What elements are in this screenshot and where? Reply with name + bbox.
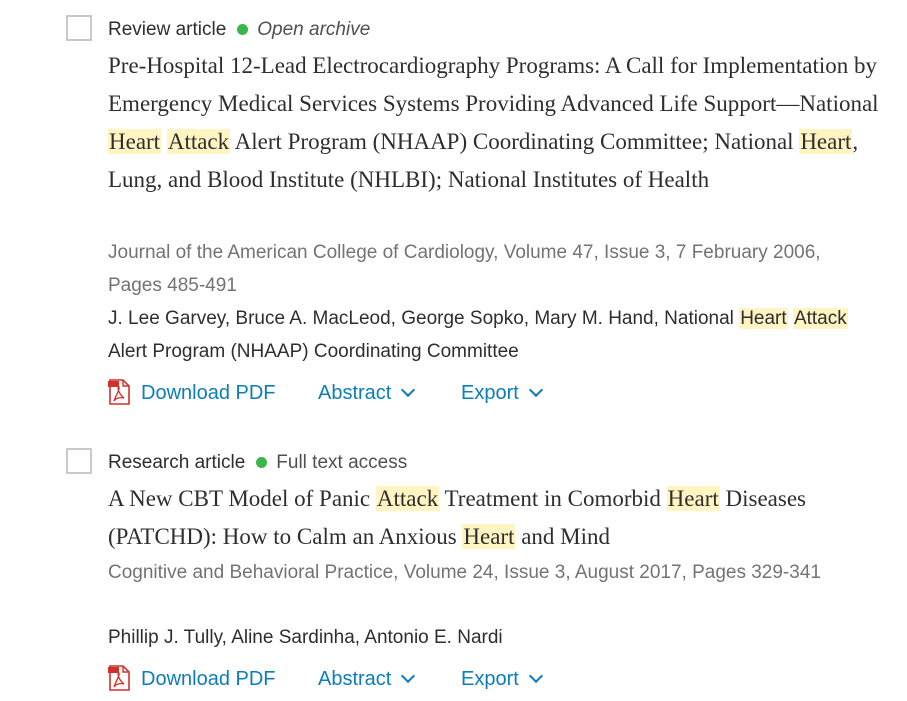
- search-term-highlight: Attack: [375, 486, 440, 511]
- article-source: Journal of the American College of Cardi…: [108, 242, 821, 296]
- article-title[interactable]: A New CBT Model of Panic Attack Treatmen…: [108, 480, 898, 556]
- search-term-highlight: Heart: [462, 524, 516, 549]
- article-type: Research article: [108, 452, 246, 473]
- article-source: Cognitive and Behavioral Practice, Volum…: [108, 562, 821, 583]
- pdf-icon: [108, 379, 130, 405]
- access-label: Full text access: [276, 452, 408, 473]
- access-dot-icon: [256, 456, 268, 468]
- export-menu[interactable]: Export: [461, 378, 543, 408]
- article-title[interactable]: Pre-Hospital 12-Lead Electrocardiography…: [108, 47, 898, 199]
- search-term-highlight: Heart: [666, 486, 720, 511]
- search-term-highlight: Attack: [166, 129, 231, 154]
- abstract-label: Abstract: [318, 382, 392, 404]
- chevron-down-icon: [528, 382, 543, 398]
- article-meta: Review article Open archive: [108, 18, 370, 42]
- search-term-highlight: Heart: [739, 308, 788, 329]
- pdf-icon: [108, 665, 130, 691]
- abstract-toggle[interactable]: Abstract: [318, 378, 416, 408]
- chevron-down-icon: [528, 668, 543, 684]
- article-authors: J. Lee Garvey, Bruce A. MacLeod, George …: [108, 308, 848, 362]
- download-pdf-label: Download PDF: [141, 382, 276, 404]
- article-actions: Download PDF Abstract Export: [108, 378, 628, 408]
- search-term-highlight: Attack: [792, 308, 848, 329]
- download-pdf-label: Download PDF: [141, 668, 276, 690]
- export-label: Export: [461, 668, 519, 690]
- search-term-highlight: Heart: [799, 129, 853, 154]
- search-term-highlight: Heart: [108, 129, 162, 154]
- chevron-down-icon: [401, 382, 416, 398]
- abstract-label: Abstract: [318, 668, 392, 690]
- download-pdf-link[interactable]: Download PDF: [108, 664, 276, 694]
- export-label: Export: [461, 382, 519, 404]
- article-authors: Phillip J. Tully, Aline Sardinha, Antoni…: [108, 627, 503, 648]
- download-pdf-link[interactable]: Download PDF: [108, 378, 276, 408]
- article-type: Review article: [108, 19, 227, 40]
- export-menu[interactable]: Export: [461, 664, 543, 694]
- access-label: Open archive: [257, 19, 371, 40]
- access-dot-icon: [237, 23, 249, 35]
- select-checkbox[interactable]: [66, 448, 92, 474]
- chevron-down-icon: [401, 668, 416, 684]
- abstract-toggle[interactable]: Abstract: [318, 664, 416, 694]
- article-actions: Download PDF Abstract Export: [108, 664, 628, 694]
- article-meta: Research article Full text access: [108, 451, 407, 475]
- select-checkbox[interactable]: [66, 15, 92, 41]
